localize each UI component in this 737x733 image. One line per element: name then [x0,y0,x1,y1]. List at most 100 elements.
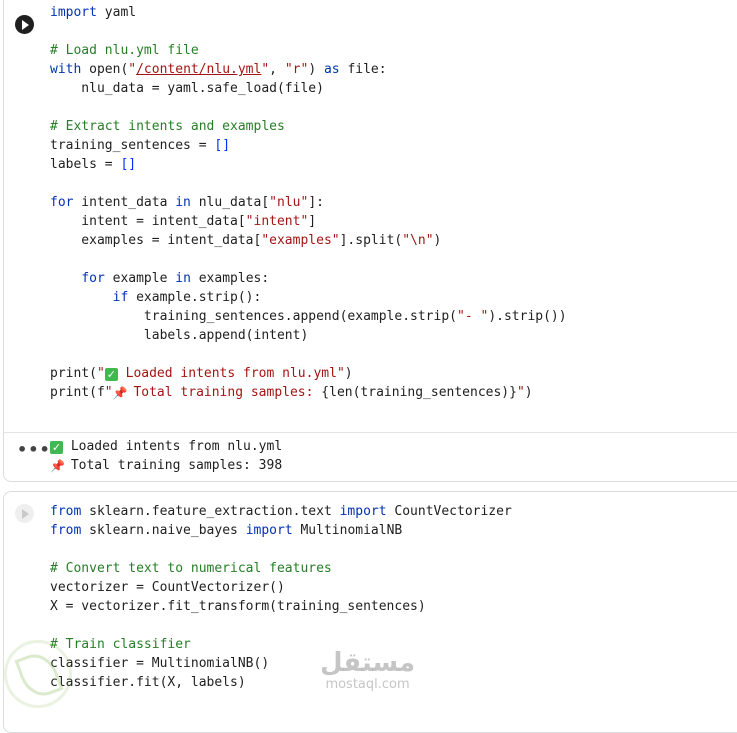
cell-output-1: ✓ Loaded intents from nlu.yml 📌 Total tra… [50,438,282,476]
code-token: for [50,195,74,210]
code-line: training_sentences.append(example.strip(… [50,307,567,326]
code-token: sklearn.naive_bayes [81,523,246,538]
code-token: "r" [284,62,309,77]
code-token: /content/nlu.yml [136,62,262,77]
code-line: labels = [] [50,155,567,174]
code-line: nlu_data = yaml.safe_load(file) [50,79,567,98]
code-token: ) [433,233,442,248]
code-token: classifier.fit(X, labels) [50,675,246,690]
code-token: ) [524,385,533,400]
code-token: from [50,523,82,538]
code-token: ].split( [339,233,403,248]
code-token: training_sentences.append(example.strip( [50,309,457,324]
code-line: ✓ Loaded intents from nlu.yml [50,438,282,457]
code-token: for [81,271,105,286]
pin-icon: 📌 [50,459,65,473]
code-token: as [323,62,340,77]
code-token: examples = intent_data[ [50,233,262,248]
code-token: print( [50,366,97,381]
watermark-latin: mostaql.com [325,677,410,692]
code-token: intent = intent_data[ [50,214,246,229]
code-line: # Load nlu.yml file [50,41,567,60]
code-token: ] [308,214,317,229]
code-token: labels = [50,157,121,172]
code-token: ).strip()) [488,309,567,324]
code-token: {len(training_sentences)} [321,385,517,400]
code-token: MultinomialNB [292,523,403,538]
output-divider [4,432,737,433]
code-line: from sklearn.naive_bayes import Multinom… [50,521,512,540]
watermark: مستقل mostaql.com [320,648,415,692]
code-token: "examples" [261,233,340,248]
code-line: X = vectorizer.fit_transform(training_se… [50,597,512,616]
code-token: Total training samples: 398 [63,458,283,473]
code-token: "nlu" [269,195,309,210]
code-line: training_sentences = [] [50,136,567,155]
code-line: classifier = MultinomialNB() [50,654,512,673]
code-token: import [50,5,97,20]
code-token: file: [339,62,387,77]
code-token: with [50,62,82,77]
watermark-logo [4,640,72,708]
code-token: example [104,271,176,286]
code-line: 📌 Total training samples: 398 [50,457,282,476]
code-token: CountVectorizer [386,504,512,519]
code-token: ) [308,62,324,77]
code-token: Loaded intents from nlu.yml [63,439,283,454]
code-line: labels.append(intent) [50,326,567,345]
code-token: # Load nlu.yml file [50,43,199,58]
code-token: print(f [50,385,105,400]
code-token: import [245,523,293,538]
play-icon [22,19,29,30]
play-icon [22,508,29,519]
code-editor-2[interactable]: from sklearn.feature_extraction.text imp… [50,502,512,692]
code-token: ]: [308,195,324,210]
code-line: vectorizer = CountVectorizer() [50,578,512,597]
code-token: " [261,62,270,77]
code-token: # Convert text to numerical features [50,561,332,576]
code-line: import yaml [50,3,567,22]
code-token: , [269,62,285,77]
code-token: "\n" [402,233,434,248]
code-editor-1[interactable]: import yaml # Load nlu.yml file with open… [50,3,567,402]
code-token: if [112,290,129,305]
code-token: nlu_data = yaml.safe_load(file) [50,81,324,96]
code-token: " [516,385,525,400]
watermark-arabic: مستقل [320,648,416,678]
code-token: in [175,195,191,210]
code-token: " [128,62,137,77]
code-token: " [96,366,105,381]
run-cell-button[interactable] [15,504,34,523]
code-token: examples: [190,271,270,286]
pin-icon: 📌 [112,386,128,400]
code-token: " [104,385,113,400]
code-token: labels.append(intent) [50,328,309,343]
code-token: vectorizer = CountVectorizer() [50,580,285,595]
more-horizontal-icon[interactable]: ••• [17,440,51,459]
code-line: print(" ✓ Loaded intents from nlu.yml") [50,364,567,383]
code-line: classifier.fit(X, labels) [50,673,512,692]
code-line: for intent_data in nlu_data["nlu"]: [50,193,567,212]
code-line: # Train classifier [50,635,512,654]
code-token: ) [344,366,353,381]
code-line: if example.strip(): [50,288,567,307]
check-icon: ✓ [104,368,118,381]
code-token: "intent" [245,214,309,229]
code-token: training_sentences = [50,138,215,153]
code-line: print(f"📌 Total training samples: {len(t… [50,383,567,402]
code-token: import [339,504,387,519]
code-token: from [50,504,82,519]
code-line: # Extract intents and examples [50,117,567,136]
code-token: # Extract intents and examples [50,119,285,134]
code-token: intent_data [73,195,176,210]
code-token: example.strip(): [128,290,262,305]
code-line: from sklearn.feature_extraction.text imp… [50,502,512,521]
code-token: in [175,271,191,286]
code-token: classifier = MultinomialNB() [50,656,270,671]
run-cell-button[interactable] [15,15,34,34]
